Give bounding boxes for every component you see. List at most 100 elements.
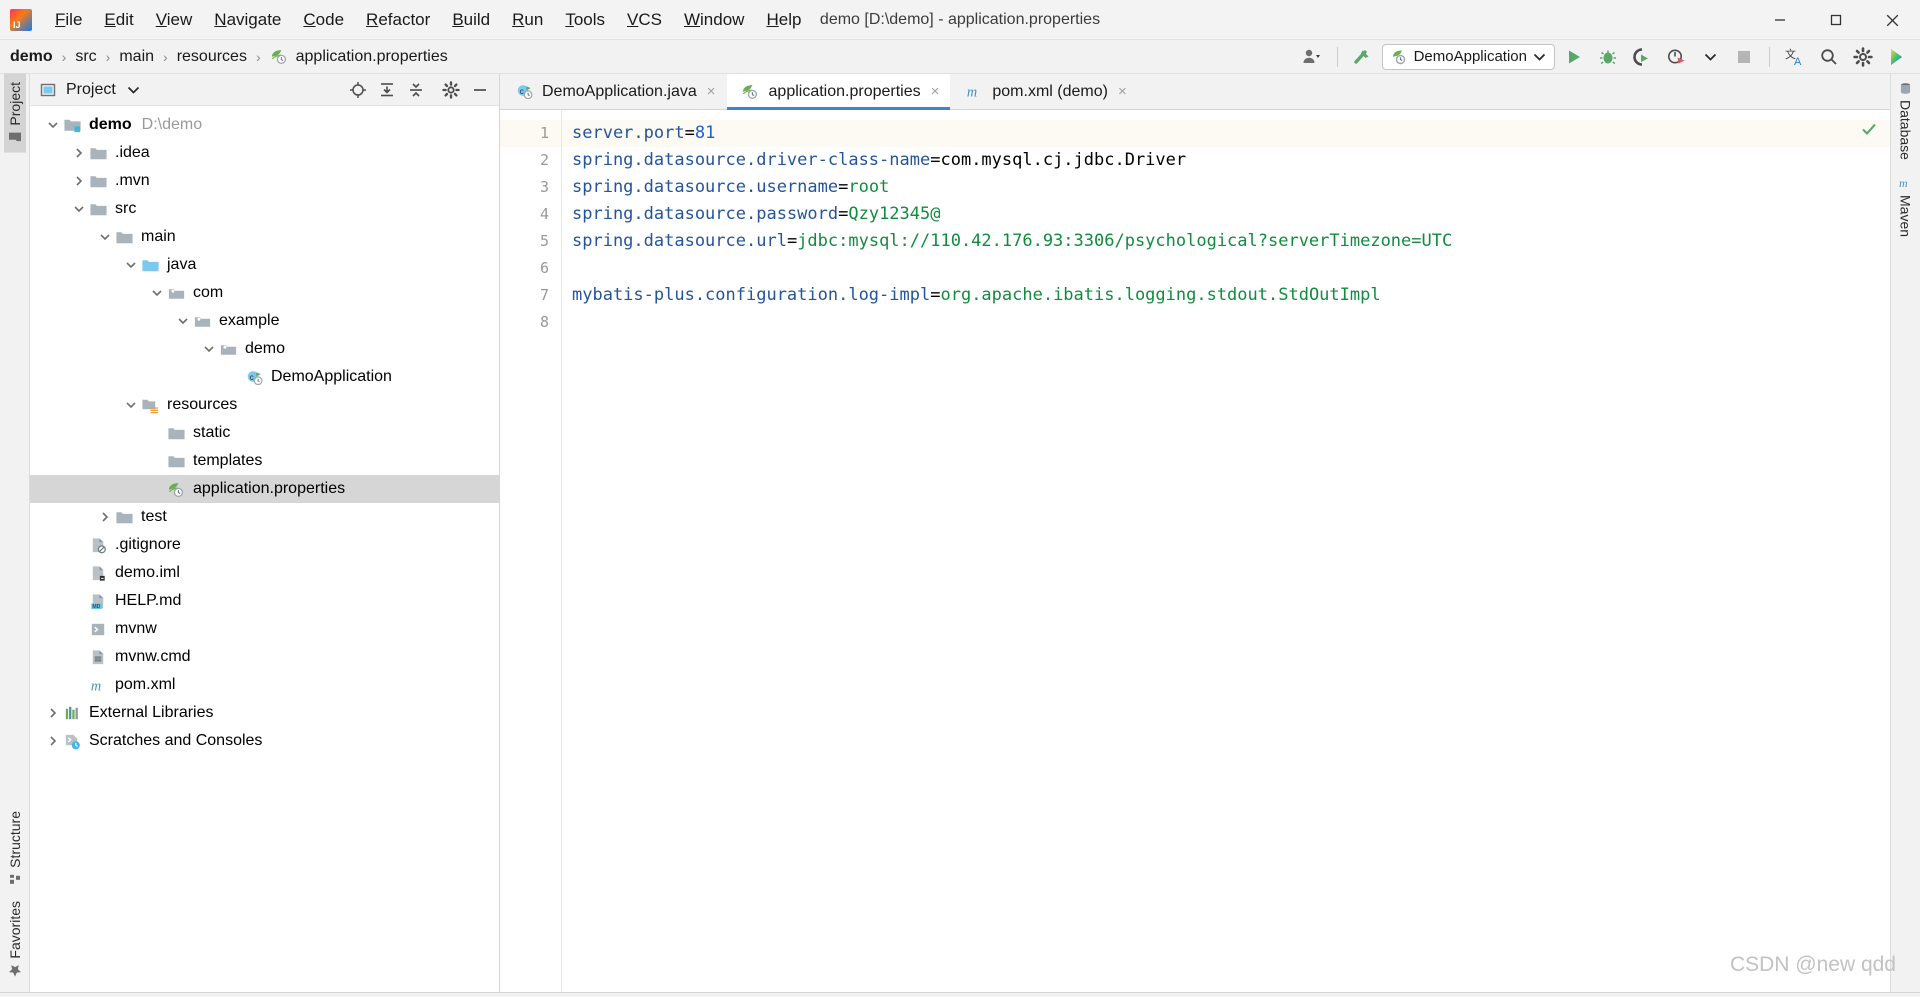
project-tree[interactable]: demo D:\demo .idea .mvn src main java com exampl… <box>30 106 499 755</box>
chevron-right-icon[interactable] <box>70 172 88 190</box>
breadcrumb[interactable]: demo › src › main › resources › application.prop… <box>10 47 448 67</box>
sidebar-item-favorites[interactable]: Favorites <box>4 893 26 986</box>
user-avatar-icon[interactable] <box>1297 43 1327 71</box>
menu-item-file[interactable]: File <box>44 6 93 34</box>
tree-item-java[interactable]: java <box>30 251 499 279</box>
chevron-right-icon[interactable] <box>70 144 88 162</box>
tool-window-bar[interactable]: TODOProblemsProfilerTerminalEndpointsBui… <box>0 992 1920 997</box>
line-number[interactable]: 3 <box>500 174 561 201</box>
menu-item-window[interactable]: Window <box>673 6 755 34</box>
stop-icon[interactable] <box>1729 43 1759 71</box>
close-icon[interactable]: × <box>1118 83 1127 100</box>
tree-item-com[interactable]: com <box>30 279 499 307</box>
chevron-down-icon[interactable] <box>96 228 114 246</box>
run-icon[interactable] <box>1559 43 1589 71</box>
hide-minus-icon[interactable] <box>467 78 493 102</box>
tree-item-example[interactable]: example <box>30 307 499 335</box>
line-number[interactable]: 4 <box>500 201 561 228</box>
tree-item-mvnw-cmd[interactable]: mvnw.cmd <box>30 643 499 671</box>
tree-item-test[interactable]: test <box>30 503 499 531</box>
tree-item--mvn[interactable]: .mvn <box>30 167 499 195</box>
tree-item-demoapplication[interactable]: c DemoApplication <box>30 363 499 391</box>
editor-tab-bar[interactable]: c DemoApplication.java × application.proper… <box>500 74 1890 110</box>
tree-item-mvnw[interactable]: mvnw <box>30 615 499 643</box>
breadcrumb-item-src[interactable]: src <box>75 48 96 66</box>
line-number[interactable]: 7 <box>500 282 561 309</box>
menu-item-view[interactable]: View <box>145 6 204 34</box>
breadcrumb-item-resources[interactable]: resources <box>177 48 247 66</box>
updates-icon[interactable] <box>1882 43 1912 71</box>
line-number[interactable]: 8 <box>500 309 561 336</box>
settings-gear-icon[interactable] <box>1848 43 1878 71</box>
tree-item-pom-xml[interactable]: m pom.xml <box>30 671 499 699</box>
chevron-down-icon[interactable] <box>174 312 192 330</box>
build-hammer-icon[interactable] <box>1348 43 1378 71</box>
tree-item-application-properties[interactable]: application.properties <box>30 475 499 503</box>
line-number[interactable]: 2 <box>500 147 561 174</box>
tree-item-scratches-and-consoles[interactable]: Scratches and Consoles <box>30 727 499 755</box>
close-icon[interactable]: × <box>707 83 716 100</box>
editor-tab-pom-xml--demo-[interactable]: m pom.xml (demo) × <box>950 74 1137 109</box>
chevron-down-icon[interactable] <box>70 200 88 218</box>
expand-all-icon[interactable] <box>374 78 400 102</box>
tree-item-src[interactable]: src <box>30 195 499 223</box>
menu-item-tools[interactable]: Tools <box>554 6 616 34</box>
collapse-all-icon[interactable] <box>403 78 429 102</box>
window-controls[interactable] <box>1752 0 1920 39</box>
menu-item-code[interactable]: Code <box>292 6 355 34</box>
chevron-down-icon[interactable] <box>127 86 139 94</box>
menu-item-edit[interactable]: Edit <box>93 6 144 34</box>
chevron-down-icon[interactable] <box>122 396 140 414</box>
breadcrumb-item-demo[interactable]: demo <box>10 48 53 66</box>
menu-item-vcs[interactable]: VCS <box>616 6 673 34</box>
tree-item-resources[interactable]: resources <box>30 391 499 419</box>
sidebar-item-project[interactable]: Project <box>3 74 26 153</box>
breadcrumb-item-main[interactable]: main <box>119 48 154 66</box>
settings-gear-icon[interactable] <box>438 78 464 102</box>
menu-item-refactor[interactable]: Refactor <box>355 6 441 34</box>
code-line[interactable]: spring.datasource.driver-class-name=com.… <box>562 147 1890 174</box>
menu-item-help[interactable]: Help <box>755 6 812 34</box>
line-number[interactable]: 5 <box>500 228 561 255</box>
menu-bar[interactable]: File Edit View Navigate Code Refactor Build Run… <box>44 6 812 34</box>
menu-item-build[interactable]: Build <box>441 6 501 34</box>
chevron-right-icon[interactable] <box>44 732 62 750</box>
tree-item-help-md[interactable]: MD HELP.md <box>30 587 499 615</box>
debug-icon[interactable] <box>1593 43 1623 71</box>
tree-item-external-libraries[interactable]: External Libraries <box>30 699 499 727</box>
code-line[interactable] <box>562 309 1890 336</box>
translate-icon[interactable]: 文 A <box>1780 43 1810 71</box>
tree-item-static[interactable]: static <box>30 419 499 447</box>
search-everywhere-icon[interactable] <box>1814 43 1844 71</box>
chevron-right-icon[interactable] <box>96 508 114 526</box>
code-line[interactable]: spring.datasource.url=jdbc:mysql://110.4… <box>562 228 1890 255</box>
sidebar-item-structure[interactable]: Structure <box>4 803 26 894</box>
tree-item-demo[interactable]: demo <box>30 335 499 363</box>
chevron-right-icon[interactable] <box>44 704 62 722</box>
tree-item-demo-iml[interactable]: demo.iml <box>30 559 499 587</box>
editor-tab-application-properties[interactable]: application.properties × <box>726 74 951 110</box>
menu-item-run[interactable]: Run <box>501 6 554 34</box>
tree-item--gitignore[interactable]: .gitignore <box>30 531 499 559</box>
line-number[interactable]: 1 <box>500 120 561 147</box>
sidebar-item-database[interactable]: Database <box>1895 74 1917 168</box>
code-line[interactable] <box>562 255 1890 282</box>
sidebar-item-maven[interactable]: m Maven <box>1895 168 1917 245</box>
line-number[interactable]: 6 <box>500 255 561 282</box>
code-content[interactable]: server.port=81 spring.datasource.driver-c… <box>562 110 1890 992</box>
minimize-icon[interactable] <box>1752 0 1808 40</box>
chevron-down-icon[interactable] <box>200 340 218 358</box>
dropdown-arrow-icon[interactable] <box>1695 43 1725 71</box>
code-line[interactable]: mybatis-plus.configuration.log-impl=org.… <box>562 282 1890 309</box>
chevron-down-icon[interactable] <box>44 116 62 134</box>
menu-item-navigate[interactable]: Navigate <box>203 6 292 34</box>
chevron-down-icon[interactable] <box>122 256 140 274</box>
breadcrumb-item-application-properties[interactable]: application.properties <box>270 47 448 67</box>
profiler-icon[interactable] <box>1661 43 1691 71</box>
editor-view[interactable]: 12345678 server.port=81 spring.datasource… <box>500 110 1890 992</box>
maximize-icon[interactable] <box>1808 0 1864 40</box>
code-line[interactable]: server.port=81 <box>562 120 1890 147</box>
run-configuration-selector[interactable]: DemoApplication <box>1381 43 1555 70</box>
chevron-down-icon[interactable] <box>1534 53 1545 61</box>
close-icon[interactable] <box>1864 0 1920 40</box>
